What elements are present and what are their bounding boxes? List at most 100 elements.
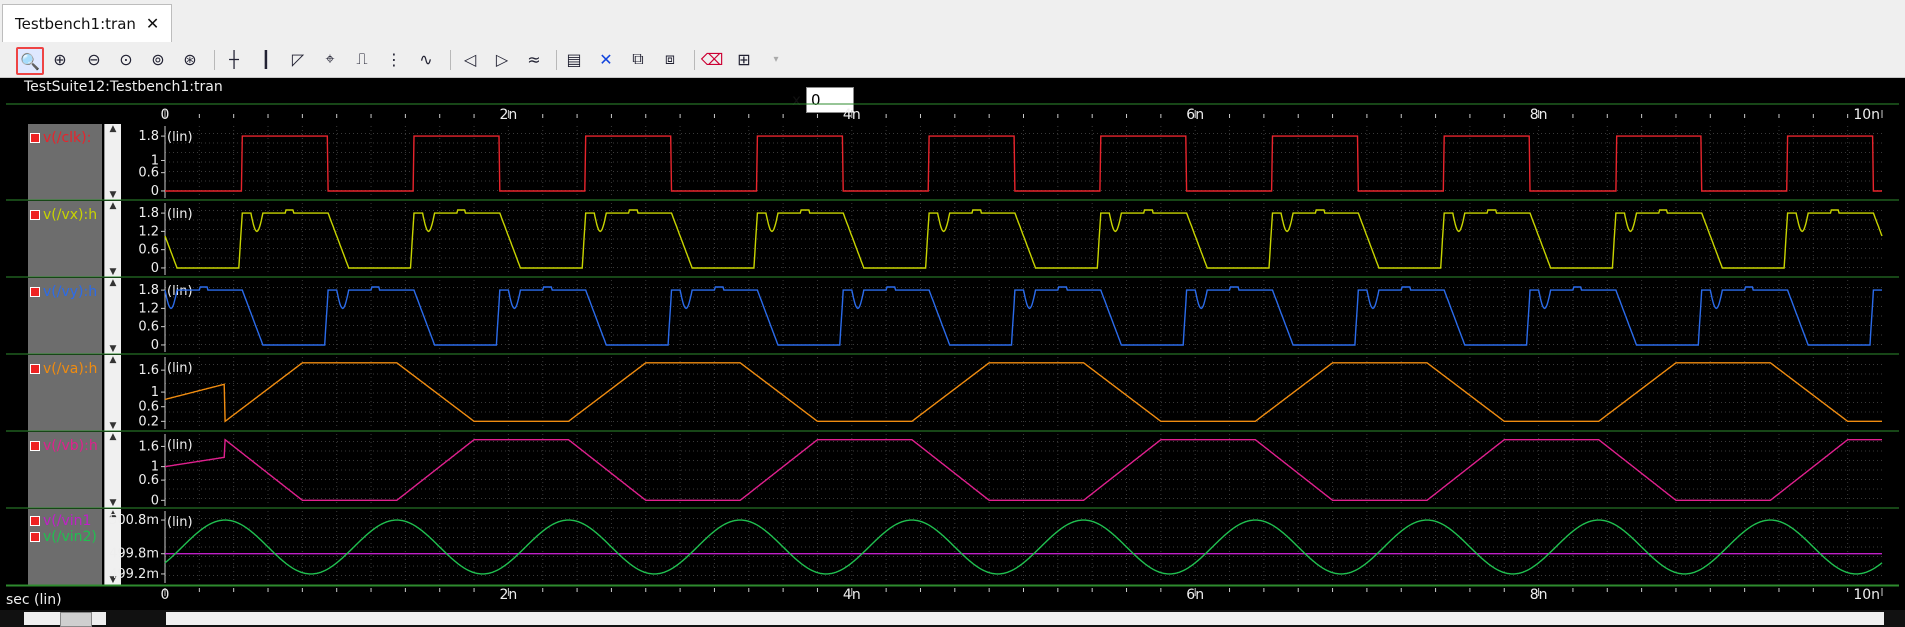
left-scrollbar-thumb[interactable] bbox=[60, 612, 92, 627]
signal-select-icon[interactable] bbox=[30, 364, 40, 374]
toolbar: 🔍 ⊕ ⊖ ⊙ ⊚ ⊛ ┼ ┃ ◸ ⌖ ⎍ ⋮ ∿ ◁ ▷ ≈ ▤ ✕ ⧉ ⧈ … bbox=[0, 42, 1905, 113]
next-icon[interactable]: ▷ bbox=[490, 47, 514, 71]
scroll-up-icon[interactable]: ▲ bbox=[105, 355, 121, 365]
scroll-up-icon[interactable]: ▲ bbox=[105, 201, 121, 211]
trace-style-icon[interactable]: ≈ bbox=[522, 47, 546, 71]
signal-label-vin1[interactable]: v(/vin1 bbox=[30, 513, 91, 529]
signal-select-icon[interactable] bbox=[30, 441, 40, 451]
x-tick-label-bottom: 2n bbox=[500, 587, 518, 603]
x-tick-label-top: 2n bbox=[500, 107, 518, 123]
signal-label-vx[interactable]: v(/vx):h bbox=[30, 207, 97, 223]
x-tick-label-top: 0 bbox=[161, 107, 170, 123]
waveform-plot[interactable]: 0 2n 4n 6n 8n 10n0 2n 4n 6n 8n 10n1.810.60(lin)1.8… bbox=[0, 0, 1905, 627]
zoom-fit-icon[interactable]: ⊙ bbox=[114, 47, 138, 71]
stack-icon[interactable]: ▤ bbox=[562, 47, 586, 71]
y-tick-label: 1.8 bbox=[138, 206, 159, 221]
lane-scrollbar[interactable]: ▲ ▼ bbox=[104, 201, 121, 277]
x-value-input[interactable] bbox=[806, 87, 854, 113]
waveform-vy bbox=[164, 286, 1882, 346]
previous-icon[interactable]: ◁ bbox=[458, 47, 482, 71]
lane-scrollbar[interactable]: ▲ ▼ bbox=[104, 124, 121, 200]
scale-label: (lin) bbox=[167, 130, 193, 145]
y-tick-label: 1.2 bbox=[138, 301, 159, 316]
scale-label: (lin) bbox=[167, 438, 193, 453]
y-tick-label: 1 bbox=[151, 460, 159, 475]
vertical-marker-icon[interactable]: ┃ bbox=[254, 47, 278, 71]
scale-label: (lin) bbox=[167, 284, 193, 299]
y-tick-label: 1.2 bbox=[138, 224, 159, 239]
pulse-icon[interactable]: ⎍ bbox=[350, 47, 374, 71]
waveform-icon[interactable]: ∿ bbox=[414, 47, 438, 71]
lane-scrollbar[interactable]: ▲ ▼ bbox=[104, 355, 121, 431]
y-tick-label: 1 bbox=[151, 153, 159, 168]
zoom-x-icon[interactable]: ⊚ bbox=[146, 47, 170, 71]
x-tick-label-top: 6n bbox=[1186, 107, 1204, 123]
scroll-down-icon[interactable]: ▼ bbox=[105, 190, 121, 200]
x-tick-label-bottom: 0 bbox=[161, 587, 170, 603]
delta-marker-icon[interactable]: ◸ bbox=[286, 47, 310, 71]
tab-title: Testbench1:tran bbox=[15, 14, 136, 33]
toolbar-separator bbox=[694, 50, 695, 70]
eraser-icon[interactable]: ⌫ bbox=[700, 47, 724, 71]
zoom-y-icon[interactable]: ⊛ bbox=[178, 47, 202, 71]
scroll-up-icon[interactable]: ▲ bbox=[105, 124, 121, 134]
scroll-down-icon[interactable]: ▼ bbox=[105, 498, 121, 508]
waveform-vx bbox=[164, 209, 1883, 269]
duplicate-icon[interactable]: ⧈ bbox=[658, 47, 682, 71]
scroll-up-icon[interactable]: ▲ bbox=[105, 432, 121, 442]
y-tick-label: 0 bbox=[151, 338, 159, 353]
signal-select-icon[interactable] bbox=[30, 210, 40, 220]
scale-label: (lin) bbox=[167, 361, 193, 376]
lane-scrollbar[interactable]: ▲ ▼ bbox=[104, 278, 121, 354]
tab-testbench1-tran[interactable]: Testbench1:tran ✕ bbox=[2, 4, 173, 42]
zoom-out-icon[interactable]: ⊖ bbox=[82, 47, 106, 71]
scroll-down-icon[interactable]: ▼ bbox=[105, 344, 121, 354]
toolbar-separator bbox=[450, 50, 451, 70]
close-icon[interactable]: ✕ bbox=[146, 14, 159, 33]
y-tick-label: 0.6 bbox=[138, 166, 159, 181]
point-marker-icon[interactable]: ⌖ bbox=[318, 47, 342, 71]
scale-label: (lin) bbox=[167, 207, 193, 222]
scroll-up-icon[interactable]: ▲ bbox=[105, 278, 121, 288]
y-tick-label: 0.6 bbox=[138, 320, 159, 335]
signal-label-vb[interactable]: v(/vb):h bbox=[30, 438, 98, 454]
signal-select-icon[interactable] bbox=[30, 133, 40, 143]
x-tick-label-bottom: 4n bbox=[843, 587, 861, 603]
y-tick-label: 1.8 bbox=[138, 129, 159, 144]
y-tick-label: 0.6 bbox=[138, 473, 159, 488]
y-tick-label: 0.6 bbox=[138, 400, 159, 415]
lane-scrollbar[interactable]: ▲ ▼ bbox=[104, 432, 121, 508]
dropdown-icon[interactable]: ▾ bbox=[764, 47, 788, 71]
scale-label: (lin) bbox=[167, 515, 193, 530]
lane-scrollbar[interactable]: ▲ ▼ bbox=[104, 509, 121, 585]
signal-label-vy[interactable]: v(/vy):h bbox=[30, 284, 97, 300]
scroll-down-icon[interactable]: ▼ bbox=[105, 267, 121, 277]
x-tick-label-bottom: 10n bbox=[1853, 587, 1880, 603]
fit-icon[interactable]: ⊞ bbox=[732, 47, 756, 71]
copy-icon[interactable]: ⧉ bbox=[626, 47, 650, 71]
signal-select-icon[interactable] bbox=[30, 532, 40, 542]
signal-label-va[interactable]: v(/va):h bbox=[30, 361, 97, 377]
y-tick-label: 0 bbox=[151, 493, 159, 508]
scroll-down-icon[interactable]: ▼ bbox=[105, 575, 121, 585]
toolbar-separator bbox=[214, 50, 215, 70]
zoom-box-icon[interactable]: 🔍 bbox=[16, 47, 44, 75]
scroll-up-icon[interactable]: ▲ bbox=[105, 509, 121, 519]
x-tick-label-top: 8n bbox=[1530, 107, 1548, 123]
waveform-vb bbox=[164, 438, 1882, 501]
signal-label-vin2[interactable]: v(/vin2) bbox=[30, 529, 97, 545]
waveform-va bbox=[164, 362, 1882, 423]
crosshair-icon[interactable]: ┼ bbox=[222, 47, 246, 71]
x-tick-label-bottom: 8n bbox=[1530, 587, 1548, 603]
delete-icon[interactable]: ✕ bbox=[594, 47, 618, 71]
y-tick-label: 0 bbox=[151, 261, 159, 276]
signal-label-clk[interactable]: v(/clk): bbox=[30, 130, 91, 146]
scroll-down-icon[interactable]: ▼ bbox=[105, 421, 121, 431]
plot-scrollbar[interactable] bbox=[166, 612, 1884, 625]
grid-icon[interactable]: ⋮ bbox=[382, 47, 406, 71]
signal-select-icon[interactable] bbox=[30, 287, 40, 297]
y-tick-label: 1.8 bbox=[138, 283, 159, 298]
zoom-in-icon[interactable]: ⊕ bbox=[48, 47, 72, 71]
signal-select-icon[interactable] bbox=[30, 516, 40, 526]
y-tick-label: 0.6 bbox=[138, 243, 159, 258]
